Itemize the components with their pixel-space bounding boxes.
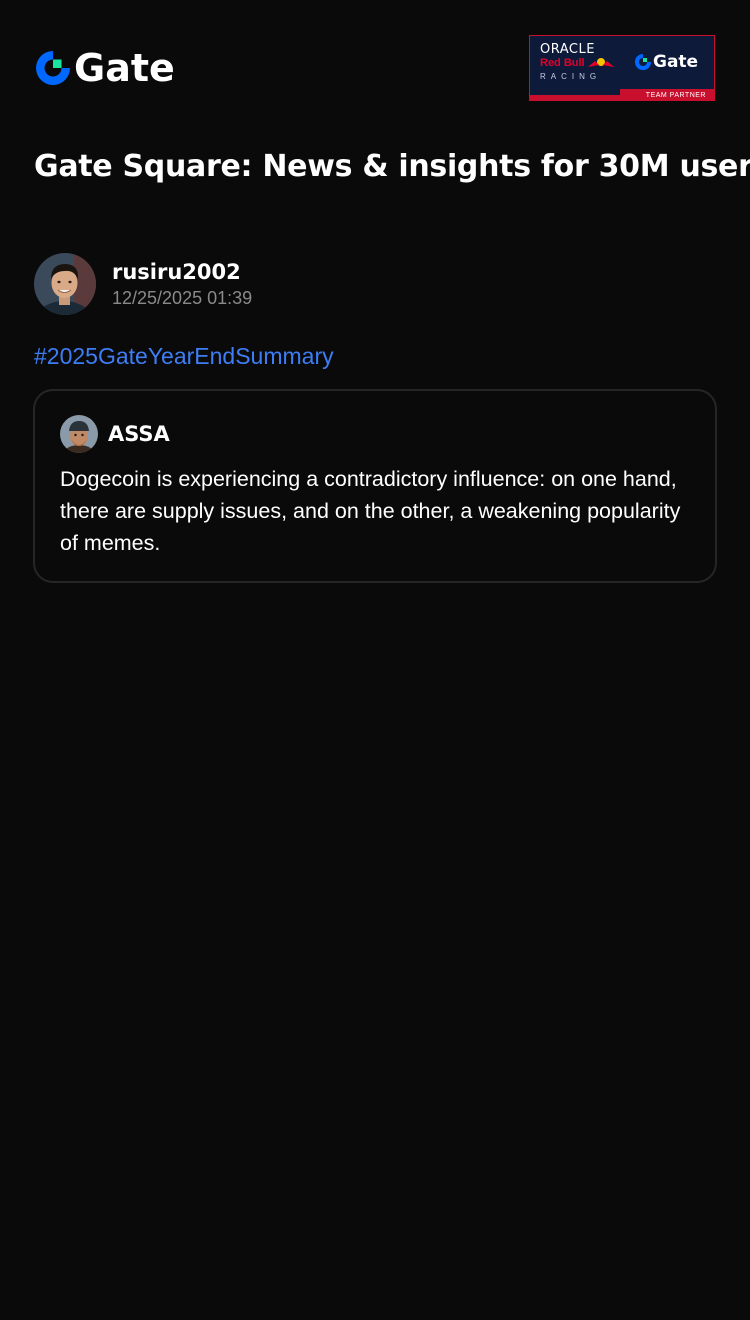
quote-author[interactable]: ASSA bbox=[60, 415, 170, 453]
quoted-post-card[interactable]: ASSA Dogecoin is experiencing a contradi… bbox=[33, 389, 717, 583]
author-meta: rusiru2002 12/25/2025 01:39 bbox=[112, 258, 252, 310]
avatar-icon bbox=[60, 415, 98, 453]
quote-author-name[interactable]: ASSA bbox=[108, 420, 170, 448]
team-partner-label: TEAM PARTNER bbox=[645, 92, 706, 99]
user-avatar[interactable] bbox=[34, 253, 96, 315]
partner-banner[interactable]: ORACLE Red Bull RACING Gate TEAM PARTNER bbox=[529, 35, 715, 101]
partner-racing-text: RACING bbox=[540, 72, 602, 81]
gate-logo-text: Gate bbox=[74, 46, 175, 90]
gate-logo[interactable]: Gate bbox=[34, 49, 175, 87]
partner-gate-logo: Gate bbox=[634, 52, 698, 72]
post-timestamp: 12/25/2025 01:39 bbox=[112, 288, 253, 308]
author-username[interactable]: rusiru2002 bbox=[112, 258, 252, 286]
partner-gate-text: Gate bbox=[653, 52, 699, 72]
quote-body: Dogecoin is experiencing a contradictory… bbox=[60, 467, 681, 555]
post-hashtag[interactable]: #2025GateYearEndSummary bbox=[34, 340, 334, 372]
red-bull-icon bbox=[588, 58, 614, 67]
quote-author-avatar[interactable] bbox=[60, 415, 98, 453]
partner-redbull-text: Red Bull bbox=[540, 57, 585, 69]
header: Gate ORACLE Red Bull RACING Gate TEAM PA… bbox=[34, 35, 715, 101]
avatar-icon bbox=[34, 253, 96, 315]
gate-logo-icon bbox=[36, 51, 71, 85]
gate-logo-icon bbox=[634, 53, 652, 71]
post-author[interactable]: rusiru2002 12/25/2025 01:39 bbox=[34, 253, 252, 315]
page-title: Gate Square: News & insights for 30M use… bbox=[34, 149, 750, 184]
partner-oracle-text: ORACLE bbox=[540, 42, 595, 57]
